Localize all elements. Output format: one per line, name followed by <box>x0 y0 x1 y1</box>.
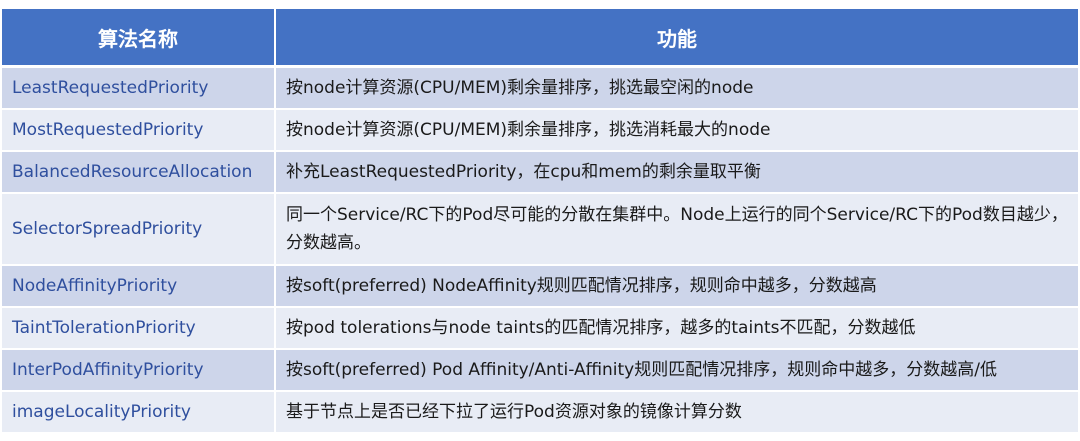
table-header-row: 算法名称 功能 <box>2 9 1078 68</box>
table-row: NodeAffinityPriority 按soft(preferred) No… <box>2 266 1078 308</box>
header-algorithm-name: 算法名称 <box>2 9 274 68</box>
algorithm-name-cell: imageLocalityPriority <box>2 392 274 434</box>
priority-table-container: 算法名称 功能 LeastRequestedPriority 按node计算资源… <box>2 9 1078 439</box>
algorithm-name-cell: MostRequestedPriority <box>2 110 274 152</box>
function-cell: 同一个Service/RC下的Pod尽可能的分散在集群中。Node上运行的同个S… <box>274 194 1078 266</box>
function-cell: 按pod tolerations与node taints的匹配情况排序，越多的t… <box>274 308 1078 350</box>
function-cell: 按node计算资源(CPU/MEM)剩余量排序，挑选消耗最大的node <box>274 110 1078 152</box>
function-cell: 按soft(preferred) Pod Affinity/Anti-Affin… <box>274 350 1078 392</box>
header-function: 功能 <box>274 9 1078 68</box>
table-row: InterPodAffinityPriority 按soft(preferred… <box>2 350 1078 392</box>
function-cell: 按soft(preferred) NodeAffinity规则匹配情况排序，规则… <box>274 266 1078 308</box>
algorithm-name-cell: BalancedResourceAllocation <box>2 152 274 194</box>
function-cell: 基于节点上是否已经下拉了运行Pod资源对象的镜像计算分数 <box>274 392 1078 434</box>
algorithm-name-cell: TaintTolerationPriority <box>2 308 274 350</box>
function-cell: 按node计算资源(CPU/MEM)剩余量排序，挑选最空闲的node <box>274 68 1078 110</box>
table-row: BalancedResourceAllocation 补充LeastReques… <box>2 152 1078 194</box>
function-cell: 补充LeastRequestedPriority，在cpu和mem的剩余量取平衡 <box>274 152 1078 194</box>
table-row: SelectorSpreadPriority 同一个Service/RC下的Po… <box>2 194 1078 266</box>
algorithm-name-cell: SelectorSpreadPriority <box>2 194 274 266</box>
table-row: TaintTolerationPriority 按pod tolerations… <box>2 308 1078 350</box>
table-row: MostRequestedPriority 按node计算资源(CPU/MEM)… <box>2 110 1078 152</box>
priority-algorithms-table: 算法名称 功能 LeastRequestedPriority 按node计算资源… <box>2 9 1078 434</box>
algorithm-name-cell: NodeAffinityPriority <box>2 266 274 308</box>
algorithm-name-cell: LeastRequestedPriority <box>2 68 274 110</box>
algorithm-name-cell: InterPodAffinityPriority <box>2 350 274 392</box>
table-row: LeastRequestedPriority 按node计算资源(CPU/MEM… <box>2 68 1078 110</box>
table-row: imageLocalityPriority 基于节点上是否已经下拉了运行Pod资… <box>2 392 1078 434</box>
